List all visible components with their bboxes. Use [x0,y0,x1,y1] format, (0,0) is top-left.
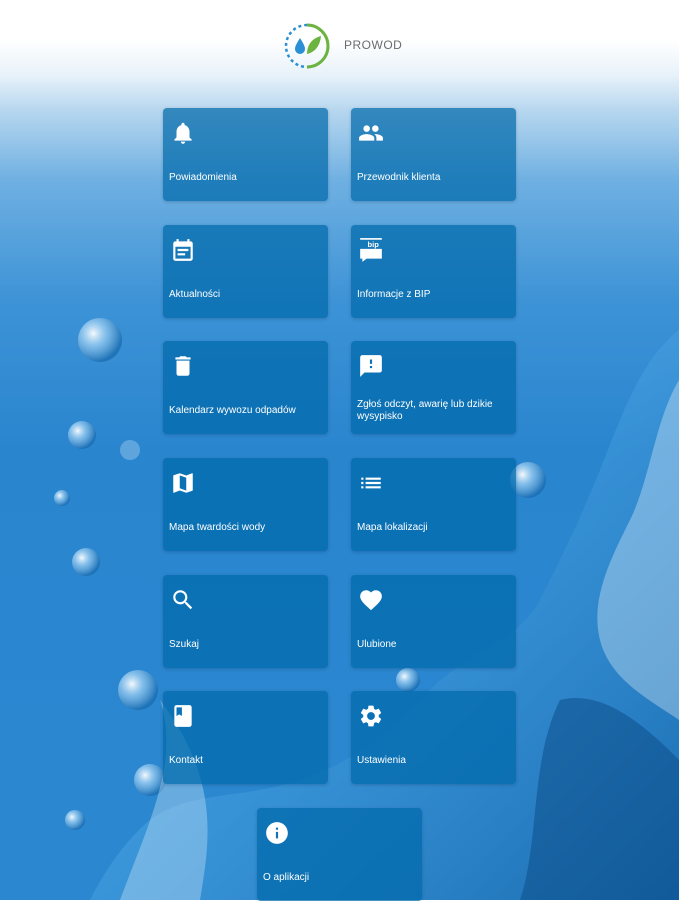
tile-notifications[interactable]: Powiadomienia [163,108,328,201]
tile-label: Szukaj [169,639,200,650]
contact-book-icon [170,703,196,729]
tile-label: Informacje z BIP [357,289,431,300]
tile-label: Ustawienia [357,755,406,766]
list-icon [358,470,384,496]
tile-label: Mapa twardości wody [169,522,266,533]
tile-label: Ulubione [357,639,397,650]
app-name: PROWOD [344,38,403,52]
tile-location-map[interactable]: Mapa lokalizacji [351,458,516,551]
tile-label: Powiadomienia [169,172,237,183]
tile-label: Przewodnik klienta [357,172,441,183]
tile-customer-guide[interactable]: Przewodnik klienta [351,108,516,201]
info-icon [264,820,290,846]
bip-icon: bip [358,237,384,263]
tile-favorites[interactable]: Ulubione [351,575,516,668]
tile-hardness-map[interactable]: Mapa twardości wody [163,458,328,551]
tile-search[interactable]: Szukaj [163,575,328,668]
tile-label: Kontakt [169,755,203,766]
tile-label: Zgłoś odczyt, awarię lub dzikie wysypisk… [357,399,493,422]
bip-badge: bip [367,240,379,249]
tile-contact[interactable]: Kontakt [163,691,328,784]
tile-label: Aktualności [169,289,221,300]
bell-icon [170,120,196,146]
feedback-icon [358,353,384,379]
map-icon [170,470,196,496]
tile-label: Mapa lokalizacji [357,522,428,533]
people-icon [358,120,384,146]
calendar-icon [170,237,196,263]
tile-waste-calendar[interactable]: Kalendarz wywozu odpadów [163,341,328,434]
heart-icon [358,587,384,613]
tile-news[interactable]: Aktualności [163,225,328,318]
tile-about[interactable]: O aplikacji [257,808,422,901]
gear-icon [358,703,384,729]
trash-icon [170,353,196,379]
tile-settings[interactable]: Ustawienia [351,691,516,784]
app-logo [284,23,330,69]
water-splash-background [54,318,679,900]
tile-label: O aplikacji [263,872,310,883]
tile-label: Kalendarz wywozu odpadów [169,405,296,416]
search-icon [170,587,196,613]
header: PROWOD [0,0,679,90]
tile-report[interactable]: Zgłoś odczyt, awarię lub dzikie wysypisk… [351,341,516,434]
tile-bip[interactable]: bip Informacje z BIP [351,225,516,318]
